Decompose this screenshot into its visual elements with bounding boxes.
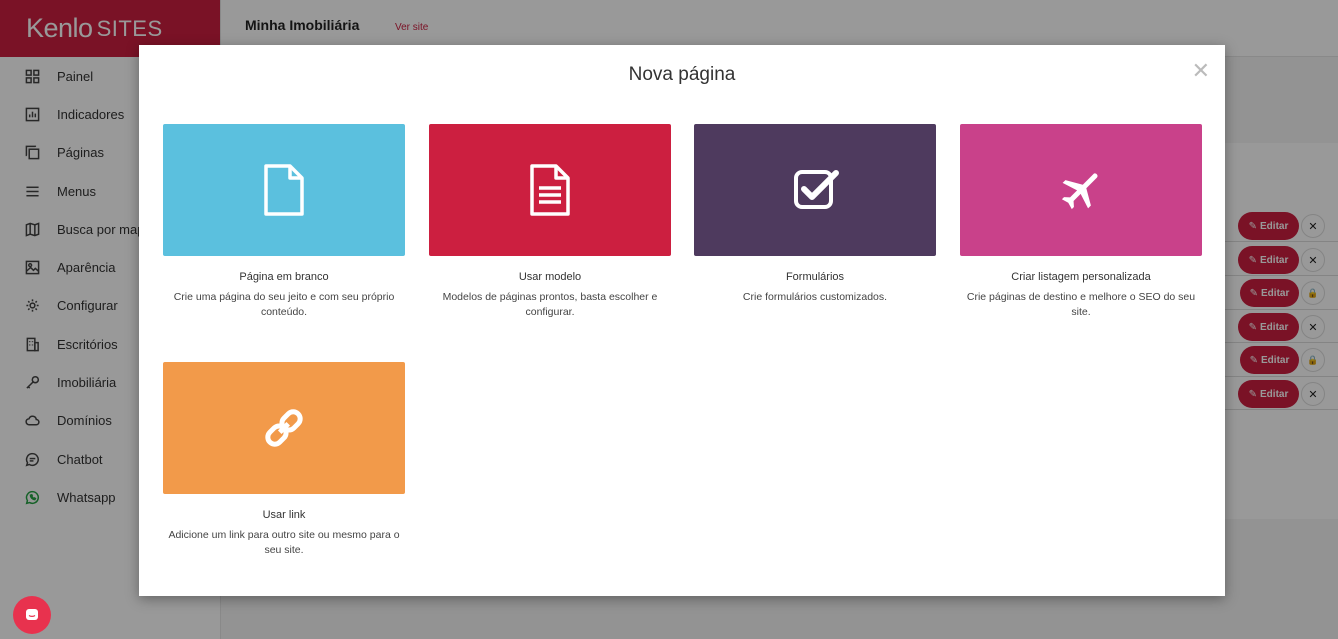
option-custom-listing[interactable]: Criar listagem personalizada Crie página… (960, 124, 1202, 320)
close-icon[interactable]: ✕ (1192, 60, 1210, 82)
option-description: Modelos de páginas prontos, basta escolh… (442, 291, 658, 318)
link-icon (265, 409, 303, 447)
checkbox-icon (794, 170, 839, 209)
option-description: Crie uma página do seu jeito e com seu p… (173, 291, 395, 318)
option-title: Formulários (785, 271, 845, 283)
plane-icon (1061, 173, 1098, 210)
new-page-modal: Nova página ✕ Página em branco Crie uma … (139, 45, 1225, 596)
option-tile[interactable] (694, 124, 936, 256)
option-description: Crie páginas de destino e melhore o SEO … (966, 291, 1196, 318)
option-tile[interactable] (163, 124, 405, 256)
option-title: Página em branco (239, 271, 329, 283)
option-use-link[interactable]: Usar link Adicione um link para outro si… (163, 362, 405, 558)
chat-launcher-button[interactable] (13, 596, 51, 634)
document-icon (530, 164, 570, 216)
blank-page-icon (264, 164, 304, 216)
option-blank-page[interactable]: Página em branco Crie uma página do seu … (163, 124, 405, 320)
option-description: Crie formulários customizados. (742, 291, 888, 303)
option-tile[interactable] (429, 124, 671, 256)
chat-icon (26, 609, 38, 620)
option-title: Usar modelo (518, 271, 582, 283)
option-tile[interactable] (163, 362, 405, 494)
option-description: Adicione um link para outro site ou mesm… (168, 529, 400, 556)
option-title: Usar link (262, 509, 306, 521)
option-forms[interactable]: Formulários Crie formulários customizado… (694, 124, 936, 305)
option-title: Criar listagem personalizada (1011, 271, 1151, 283)
modal-title: Nova página (628, 64, 736, 85)
option-use-template[interactable]: Usar modelo Modelos de páginas prontos, … (429, 124, 671, 320)
option-tile[interactable] (960, 124, 1202, 256)
